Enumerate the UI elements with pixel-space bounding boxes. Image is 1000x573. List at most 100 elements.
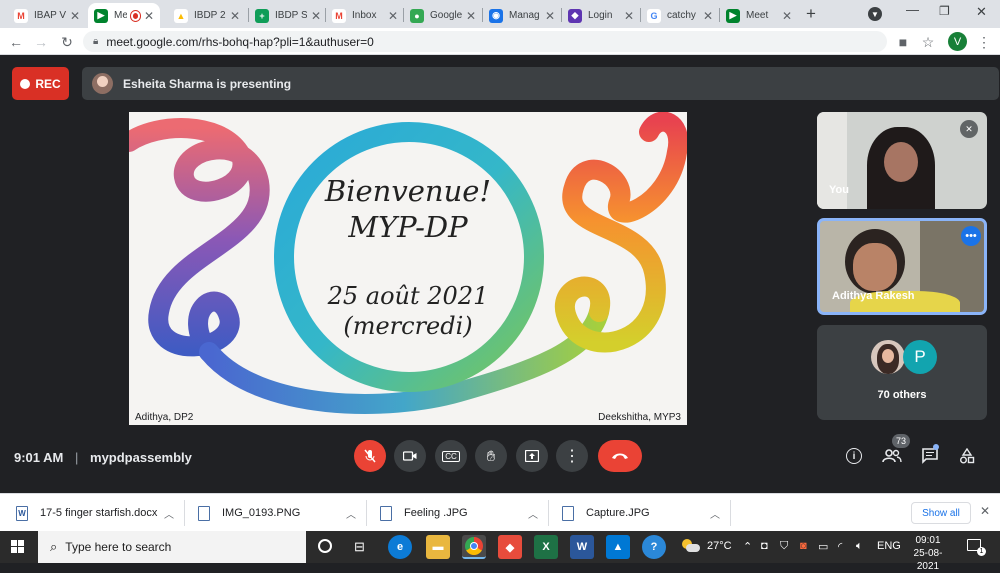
close-icon[interactable]: ✕ (144, 9, 154, 23)
download-item[interactable]: Capture.JPG ︿ (562, 500, 720, 526)
help-icon[interactable]: ? (642, 535, 666, 559)
more-menu-icon[interactable]: ⋮ (975, 33, 993, 51)
photos-icon[interactable]: ▲ (606, 535, 630, 559)
participant-tile-others[interactable]: P 70 others (817, 325, 987, 420)
window-close-icon[interactable]: ✕ (976, 4, 987, 20)
globe-icon: ◉ (489, 8, 503, 23)
more-options-button[interactable]: ⋮ (556, 440, 588, 472)
weather-temperature[interactable]: 27°C (707, 540, 732, 552)
word-icon[interactable]: W (570, 535, 594, 559)
cortana-icon[interactable] (318, 539, 332, 553)
address-bar[interactable]: 🔒︎ meet.google.com/rhs-bohq-hap?pli=1&au… (83, 31, 887, 52)
mic-toggle-button[interactable] (354, 440, 386, 472)
bookmark-star-icon[interactable]: ☆ (919, 33, 937, 51)
close-icon[interactable]: ✕ (545, 9, 555, 23)
windows-taskbar: ⌕ Type here to search ⊟ e ▬ ◆ X W ▲ ? 27… (0, 531, 1000, 572)
leave-call-button[interactable] (598, 440, 642, 472)
file-explorer-icon[interactable]: ▬ (426, 535, 450, 559)
battery-icon[interactable]: ▭ (818, 540, 828, 553)
tab-ibdp-2[interactable]: ▲ IBDP 2 ✕ (168, 3, 246, 28)
participant-tile-you[interactable]: ✕ You (817, 112, 987, 209)
meeting-name: mypdpassembly (90, 450, 192, 465)
tab-meet[interactable]: ▶ Meet ✕ (720, 3, 798, 28)
chevron-up-icon[interactable]: ⌃ (743, 540, 752, 553)
close-icon[interactable]: ✕ (466, 9, 476, 23)
reload-icon[interactable]: ↻ (58, 33, 76, 51)
tab-ibdp-s[interactable]: + IBDP S ✕ (249, 3, 327, 28)
tab-inbox[interactable]: M Inbox ✕ (326, 3, 404, 28)
tab-label: IBAP V (34, 10, 66, 21)
tray-app-red-icon[interactable]: ◙ (800, 540, 807, 552)
close-icon[interactable]: ✕ (624, 9, 634, 23)
lock-icon: 🔒︎ (93, 36, 99, 47)
image-file-icon (562, 505, 574, 521)
tab-search-icon[interactable]: ▼ (868, 7, 882, 21)
chevron-up-icon[interactable]: ︿ (528, 506, 538, 521)
present-screen-button[interactable] (516, 440, 548, 472)
windows-start-icon[interactable] (11, 540, 25, 554)
chat-button[interactable] (917, 443, 943, 469)
recording-badge[interactable]: REC (12, 67, 69, 100)
tab-manage[interactable]: ◉ Manag ✕ (483, 3, 561, 28)
notification-count-badge: 1 (977, 547, 986, 556)
close-shelf-icon[interactable]: ✕ (980, 504, 990, 518)
more-options-icon[interactable]: ••• (961, 226, 981, 246)
tab-ibap[interactable]: M IBAP V ✕ (8, 3, 86, 28)
tab-login[interactable]: ◆ Login ✕ (562, 3, 640, 28)
image-file-icon (380, 505, 392, 521)
anydesk-icon[interactable]: ◆ (498, 535, 522, 559)
tab-label: Me (114, 10, 127, 21)
show-all-button[interactable]: Show all (911, 502, 971, 524)
tab-meet-active[interactable]: ▶ Me ✕ (88, 3, 160, 28)
weather-icon[interactable] (682, 539, 700, 553)
tab-catchy[interactable]: G catchy ✕ (641, 3, 719, 28)
url-text: meet.google.com/rhs-bohq-hap?pli=1&authu… (106, 34, 374, 49)
restore-icon[interactable]: ❐ (939, 4, 950, 18)
wifi-icon[interactable]: ◜ (838, 540, 842, 553)
captions-button[interactable]: CC (435, 440, 467, 472)
camera-icon[interactable]: ■ (894, 33, 912, 51)
close-icon[interactable]: ✕ (70, 9, 80, 23)
camera-toggle-button[interactable] (394, 440, 426, 472)
edge-icon[interactable]: e (388, 535, 412, 559)
language-indicator[interactable]: ENG (877, 540, 901, 552)
download-separator (184, 500, 185, 526)
back-icon[interactable]: ← (7, 33, 25, 51)
tray-app-icon[interactable]: ◘ (761, 540, 768, 552)
new-tab-icon[interactable]: + (806, 4, 816, 24)
excel-icon[interactable]: X (534, 535, 558, 559)
chevron-up-icon[interactable]: ︿ (164, 506, 174, 521)
close-icon[interactable]: ✕ (388, 9, 398, 23)
tab-google[interactable]: ● Google ✕ (404, 3, 482, 28)
google-icon: G (647, 8, 661, 23)
chrome-icon[interactable] (462, 535, 486, 559)
meeting-details-button[interactable]: i (841, 443, 867, 469)
system-clock[interactable]: 09:01 25-08-2021 (903, 534, 953, 573)
search-placeholder: Type here to search (65, 540, 172, 554)
download-item[interactable]: IMG_0193.PNG ︿ (198, 500, 356, 526)
close-icon[interactable]: ✕ (703, 9, 713, 23)
volume-icon[interactable]: 🔈︎ (856, 540, 863, 553)
participant-tile-adithya[interactable]: ••• Adithya Rakesh (817, 218, 987, 315)
shapes-icon (960, 448, 975, 464)
raise-hand-button[interactable]: ✋︎ (475, 440, 507, 472)
chevron-up-icon[interactable]: ︿ (710, 506, 720, 521)
others-avatar-initial: P (903, 340, 937, 374)
close-icon[interactable]: ✕ (230, 9, 240, 23)
tray-shield-icon[interactable]: ⛉ (780, 540, 788, 553)
forward-icon[interactable]: → (32, 33, 50, 51)
download-item[interactable]: Feeling .JPG ︿ (380, 500, 538, 526)
activities-button[interactable] (954, 443, 980, 469)
clock-time: 09:01 (915, 535, 941, 546)
profile-avatar[interactable]: V (948, 32, 967, 51)
video-camera-icon (403, 451, 417, 461)
download-item[interactable]: W 17-5 finger starfish.docx ︿ (16, 500, 174, 526)
close-icon[interactable]: ✕ (782, 9, 792, 23)
minimize-icon[interactable]: — (906, 2, 919, 17)
taskbar-search-box[interactable]: ⌕ Type here to search (38, 531, 306, 563)
download-filename: Feeling .JPG (404, 507, 468, 519)
close-icon[interactable]: ✕ (311, 9, 321, 23)
task-view-icon[interactable]: ⊟ (354, 539, 365, 555)
tile-label-you: You (829, 184, 849, 196)
chevron-up-icon[interactable]: ︿ (346, 506, 356, 521)
